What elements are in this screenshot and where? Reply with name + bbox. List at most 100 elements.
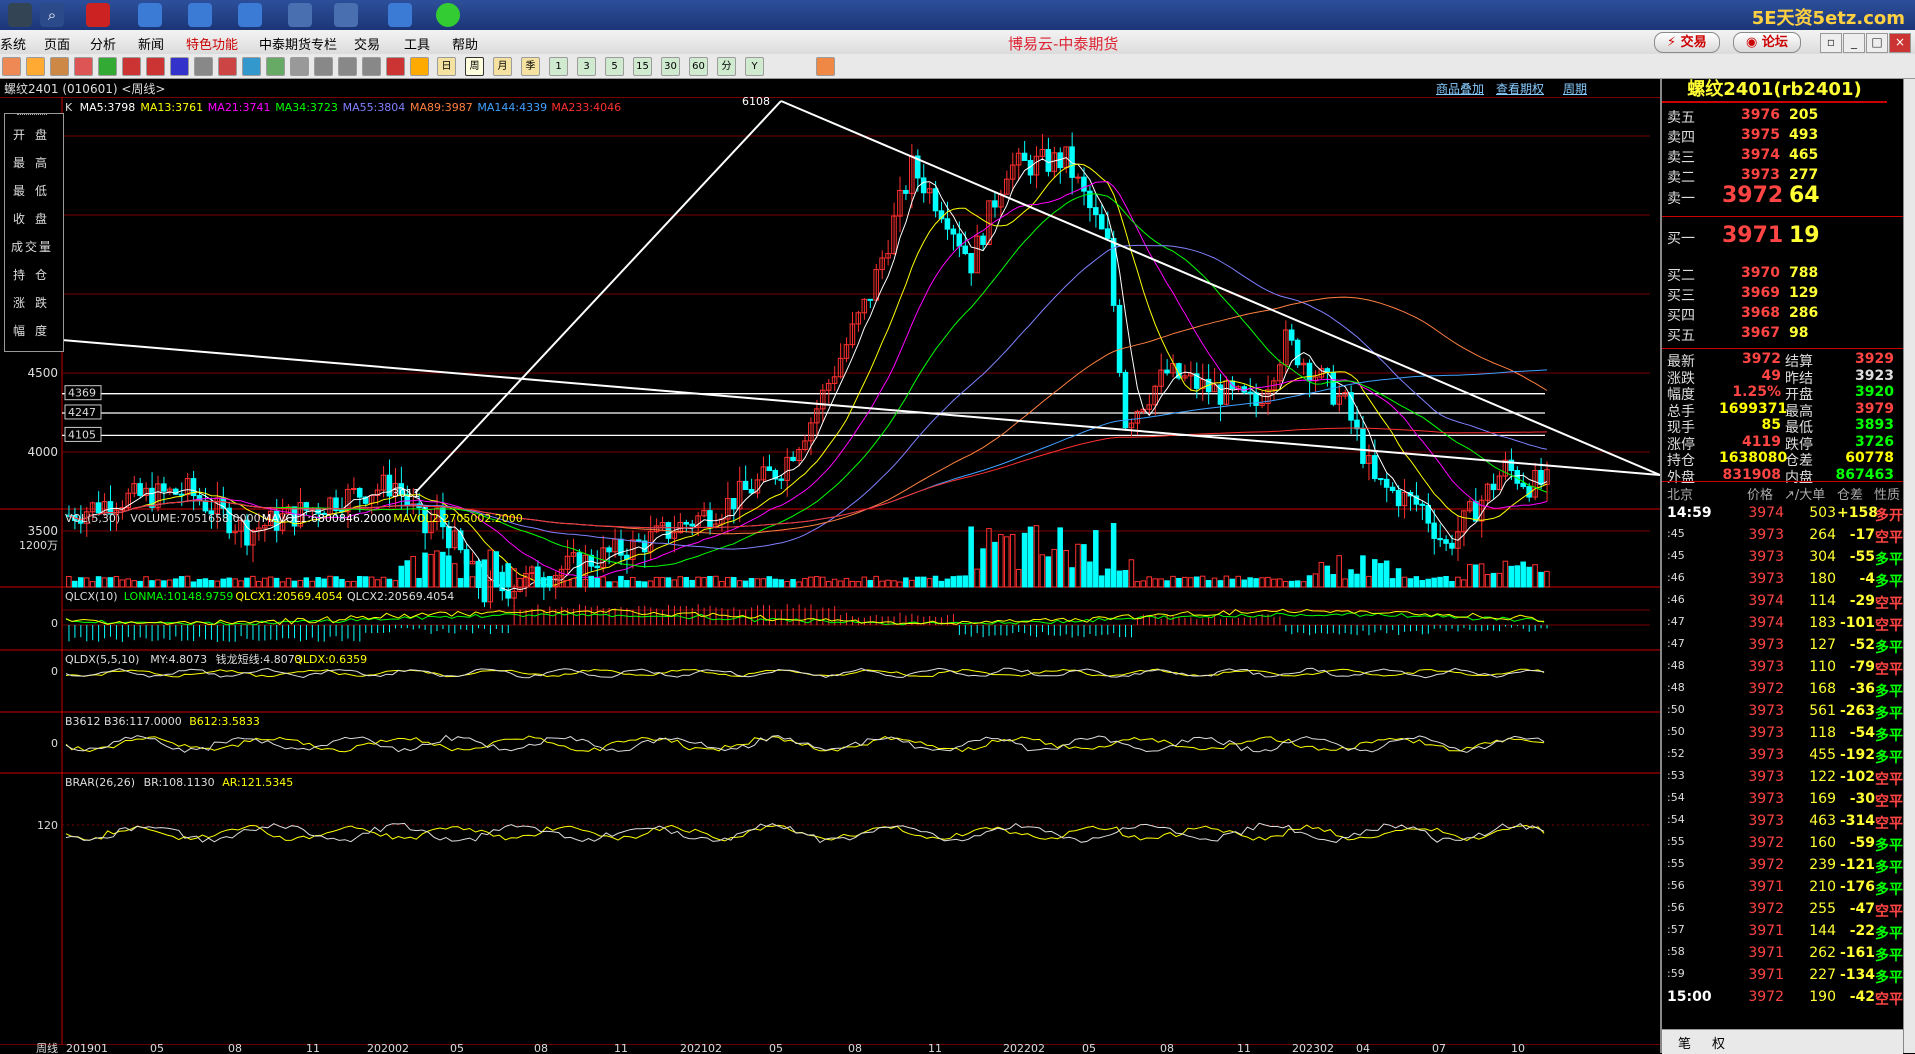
order-book-row[interactable]: 卖五 3976 205 <box>1662 107 1903 127</box>
menu-trade[interactable]: 交易 <box>354 34 380 53</box>
stat-value: 49 <box>1761 367 1781 384</box>
period-button[interactable]: 15 <box>633 57 652 76</box>
app-icon[interactable] <box>8 3 32 27</box>
order-book-row[interactable]: 卖四 3975 493 <box>1662 127 1903 147</box>
period-button[interactable]: 5 <box>605 57 624 76</box>
tick-price: 3972 <box>1748 901 1784 917</box>
toolbar-icon[interactable] <box>386 57 405 76</box>
tick-row: 15:00 3972 190 -42 空平 <box>1662 989 1903 1011</box>
toolbar-icon[interactable] <box>98 57 117 76</box>
candle-body <box>742 480 749 491</box>
restore-window-button[interactable]: ▫ <box>1820 33 1842 53</box>
volume-bar <box>879 580 885 588</box>
calendar-icon[interactable] <box>816 57 835 76</box>
order-book-row[interactable]: 卖一 3972 64 <box>1662 183 1903 211</box>
toolbar-icon[interactable] <box>410 57 429 76</box>
menu-help[interactable]: 帮助 <box>452 34 478 53</box>
period-button[interactable]: 季 <box>521 57 540 76</box>
toolbar-icon[interactable] <box>122 57 141 76</box>
period-button[interactable]: 周 <box>465 57 484 76</box>
period-button[interactable]: 日 <box>437 57 456 76</box>
period-button[interactable]: 分 <box>717 57 736 76</box>
tick-time: :53 <box>1667 769 1685 782</box>
toolbar-icon[interactable] <box>338 57 357 76</box>
app-window-icon[interactable] <box>388 3 412 27</box>
tab-rights[interactable]: 权 <box>1712 1033 1725 1052</box>
close-button[interactable]: × <box>1889 33 1911 53</box>
wps-icon[interactable] <box>86 3 110 27</box>
menu-zhongtai[interactable]: 中泰期货专栏 <box>259 34 337 53</box>
indicator-title: QLDX(5,5,10) <box>65 653 139 666</box>
refresh-icon[interactable] <box>436 3 460 27</box>
brar-line <box>65 822 1545 844</box>
toolbar-icon[interactable] <box>242 57 261 76</box>
tick-oi-change: -161 <box>1839 945 1875 961</box>
toolbar-icon[interactable] <box>362 57 381 76</box>
toolbar-icon[interactable] <box>146 57 165 76</box>
app-window-icon[interactable] <box>188 3 212 27</box>
order-book-row[interactable]: 买四 3968 286 <box>1662 305 1903 325</box>
forum-button[interactable]: ◉ 论坛 <box>1733 32 1801 53</box>
volume-bar <box>903 577 909 588</box>
volume-bar <box>1241 579 1247 588</box>
menu-analysis[interactable]: 分析 <box>90 34 116 53</box>
options-link[interactable]: 查看期权 <box>1496 80 1544 97</box>
side-tab-strip[interactable] <box>1903 79 1915 1053</box>
order-book-row[interactable]: 买二 3970 788 <box>1662 265 1903 285</box>
app-window-icon[interactable] <box>138 3 162 27</box>
order-book-row[interactable]: 买三 3969 129 <box>1662 285 1903 305</box>
tick-volume: 160 <box>1809 835 1836 851</box>
candle-body <box>867 298 873 301</box>
menu-tools[interactable]: 工具 <box>404 34 430 53</box>
app-window-icon[interactable] <box>238 3 262 27</box>
volume-bar <box>267 576 274 588</box>
compare-link[interactable]: 商品叠加 <box>1436 80 1484 97</box>
period-button[interactable]: 3 <box>577 57 596 76</box>
volume-bar <box>1217 580 1224 588</box>
menu-features[interactable]: 特色功能 <box>186 34 238 53</box>
toolbar-icon[interactable] <box>2 57 21 76</box>
order-book-row[interactable]: 买一 3971 19 <box>1662 223 1903 251</box>
toolbar-icon[interactable] <box>170 57 189 76</box>
tick-volume: 262 <box>1809 945 1836 961</box>
period-button[interactable]: 1 <box>549 57 568 76</box>
toolbar-icon[interactable] <box>266 57 285 76</box>
level-label: 4105 <box>68 428 96 441</box>
volume-bar <box>113 576 120 588</box>
tick-row: :45 3973 264 -17 空平 <box>1662 527 1903 549</box>
toolbar-icon[interactable] <box>194 57 213 76</box>
minimize-button[interactable]: _ <box>1843 33 1865 53</box>
app-window-icon[interactable] <box>288 3 312 27</box>
menu-news[interactable]: 新闻 <box>138 34 164 53</box>
volume-bar <box>944 578 951 588</box>
period-button[interactable]: 月 <box>493 57 512 76</box>
toolbar-icon[interactable] <box>314 57 333 76</box>
toolbar-icon[interactable] <box>50 57 69 76</box>
order-price: 3971 <box>1722 223 1784 248</box>
tick-time: 14:59 <box>1667 505 1712 521</box>
period-button[interactable]: Y <box>745 57 764 76</box>
volume-bar <box>1360 555 1366 588</box>
toolbar-icon[interactable] <box>26 57 45 76</box>
wechat-icon[interactable] <box>334 3 358 27</box>
order-book-row[interactable]: 买五 3967 98 <box>1662 325 1903 345</box>
tick-volume: 183 <box>1809 615 1836 631</box>
volume-bar <box>760 578 767 588</box>
candle-body <box>1389 486 1396 492</box>
toolbar-icon[interactable] <box>74 57 93 76</box>
period-button[interactable]: 30 <box>661 57 680 76</box>
search-icon[interactable]: ⌕ <box>40 3 64 27</box>
trade-button[interactable]: ⚡ 交易 <box>1654 32 1720 53</box>
period-button[interactable]: 60 <box>689 57 708 76</box>
tick-oi-change: -52 <box>1849 637 1875 653</box>
toolbar-icon[interactable] <box>290 57 309 76</box>
maximize-button[interactable]: □ <box>1866 33 1888 53</box>
order-book-row[interactable]: 卖三 3974 465 <box>1662 147 1903 167</box>
candle-body <box>1288 329 1295 341</box>
toolbar-icon[interactable] <box>218 57 237 76</box>
menu-system[interactable]: 系统 <box>0 34 26 53</box>
period-link[interactable]: 周期 <box>1563 80 1587 97</box>
kline-chart[interactable]: K MA5:3798 MA13:3761 MA21:3741 MA34:3723 MA55… <box>0 97 1660 1053</box>
menu-page[interactable]: 页面 <box>44 34 70 53</box>
tab-ticks[interactable]: 笔 <box>1678 1033 1691 1052</box>
